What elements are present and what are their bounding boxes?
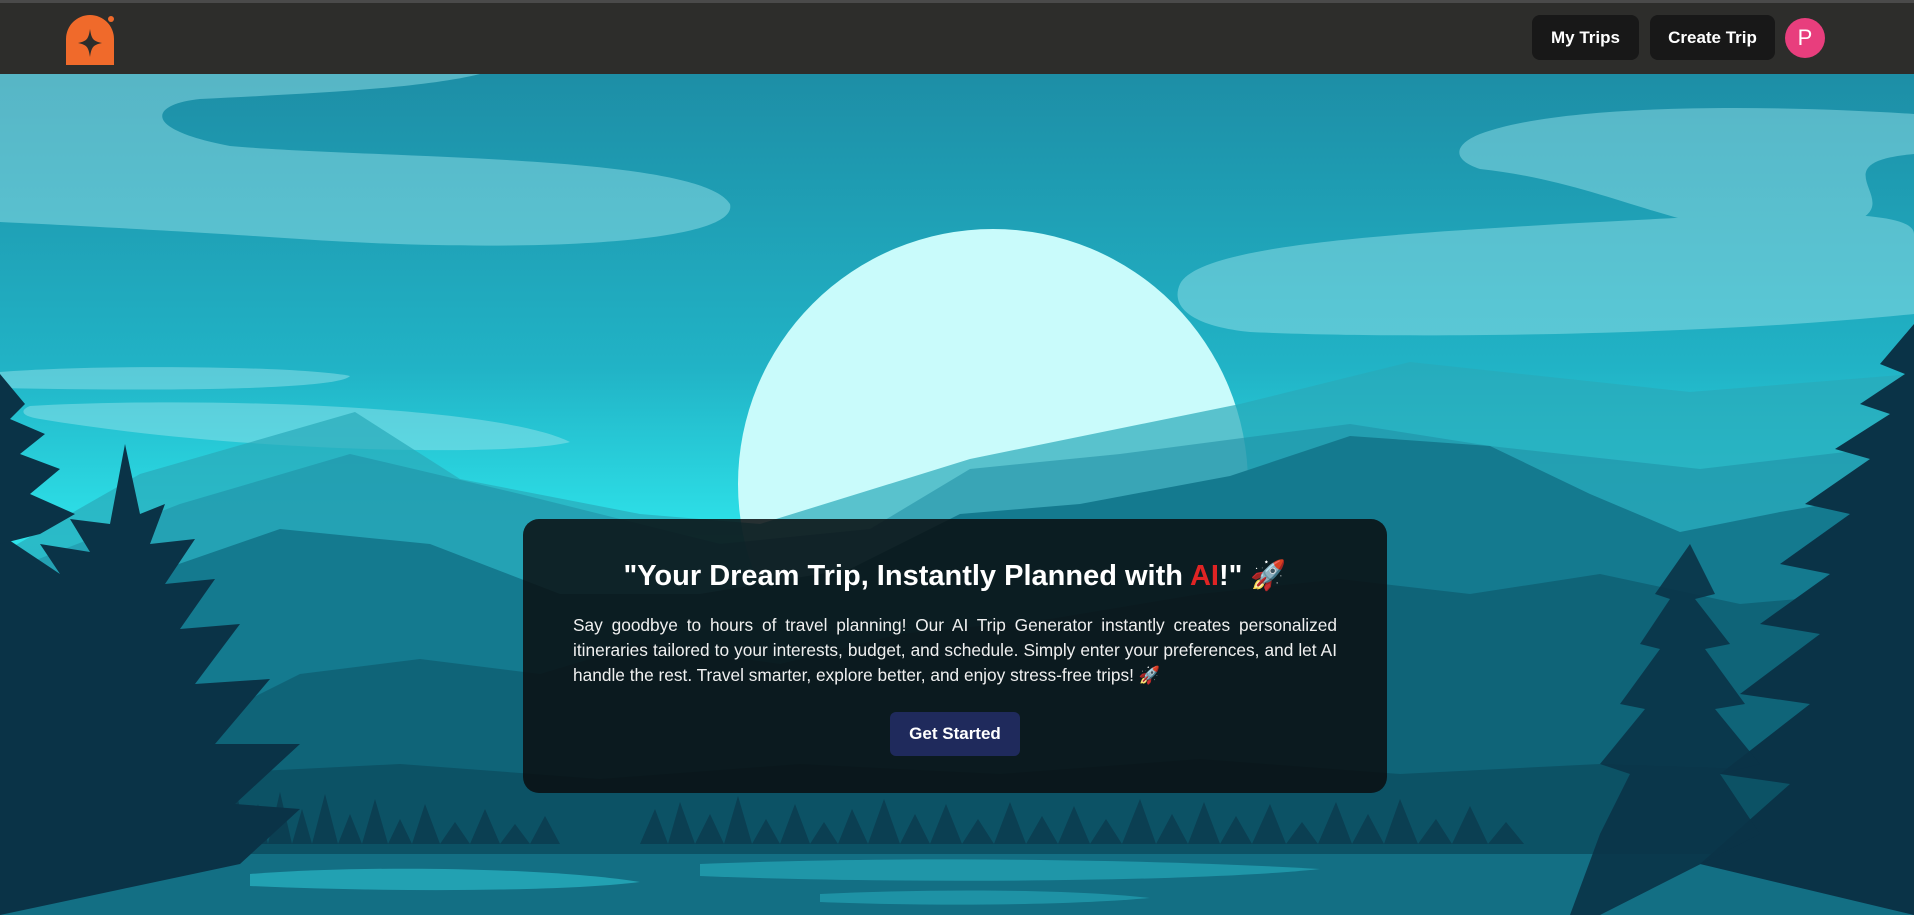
- hero-description: Say goodbye to hours of travel planning!…: [573, 615, 1337, 685]
- hero-card: "Your Dream Trip, Instantly Planned with…: [523, 519, 1387, 793]
- hero-title: "Your Dream Trip, Instantly Planned with…: [573, 557, 1337, 595]
- page: My Trips Create Trip P "Your Dream Trip,…: [0, 0, 1914, 915]
- hero-title-prefix: "Your Dream Trip, Instantly Planned with: [623, 560, 1190, 592]
- hero-title-suffix: !" 🚀: [1218, 560, 1287, 592]
- my-trips-button[interactable]: My Trips: [1532, 15, 1639, 60]
- app-logo-icon[interactable]: [64, 15, 116, 67]
- user-avatar[interactable]: P: [1785, 18, 1825, 58]
- create-trip-button[interactable]: Create Trip: [1650, 15, 1775, 60]
- get-started-button[interactable]: Get Started: [890, 712, 1020, 756]
- top-navbar: My Trips Create Trip P: [0, 0, 1914, 74]
- hero-title-ai-highlight: AI: [1189, 560, 1219, 592]
